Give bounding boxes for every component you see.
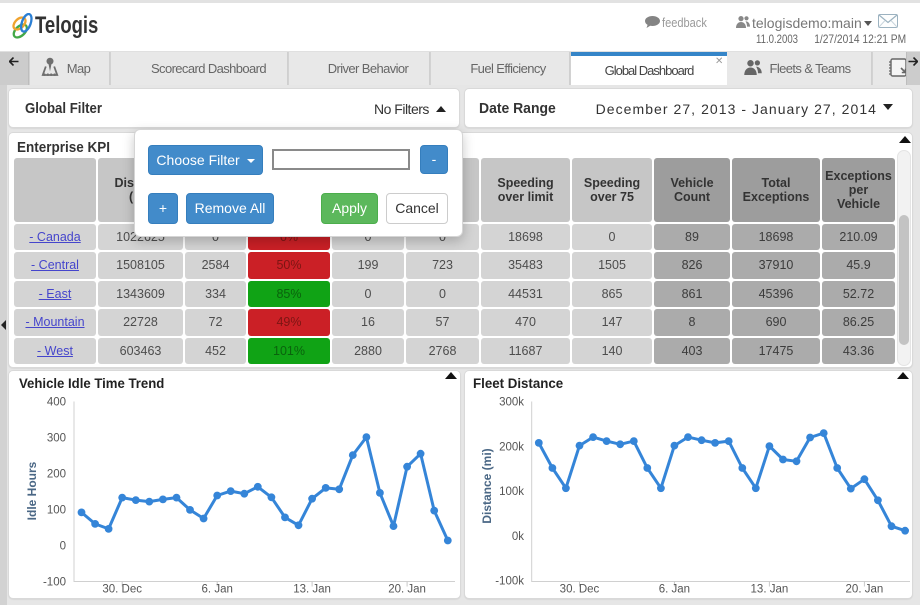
svg-text:Distance (mi): Distance (mi): [480, 448, 494, 523]
svg-text:200k: 200k: [499, 441, 524, 453]
svg-text:0: 0: [60, 541, 66, 553]
svg-text:300: 300: [47, 433, 66, 445]
svg-text:20. Jan: 20. Jan: [388, 584, 426, 596]
svg-text:30. Dec: 30. Dec: [560, 584, 600, 596]
svg-text:0k: 0k: [512, 531, 524, 543]
svg-text:300k: 300k: [499, 397, 524, 409]
svg-text:400: 400: [47, 397, 66, 409]
svg-text:100k: 100k: [499, 486, 524, 498]
svg-text:6. Jan: 6. Jan: [202, 584, 233, 596]
svg-text:13. Jan: 13. Jan: [751, 584, 789, 596]
svg-text:6. Jan: 6. Jan: [659, 584, 690, 596]
svg-text:Idle Hours: Idle Hours: [25, 461, 39, 520]
svg-text:13. Jan: 13. Jan: [293, 584, 331, 596]
svg-text:200: 200: [47, 469, 66, 481]
svg-text:-100k: -100k: [495, 576, 524, 588]
svg-text:20. Jan: 20. Jan: [846, 584, 884, 596]
svg-text:100: 100: [47, 505, 66, 517]
svg-text:-100: -100: [43, 577, 66, 589]
svg-text:30. Dec: 30. Dec: [102, 584, 142, 596]
